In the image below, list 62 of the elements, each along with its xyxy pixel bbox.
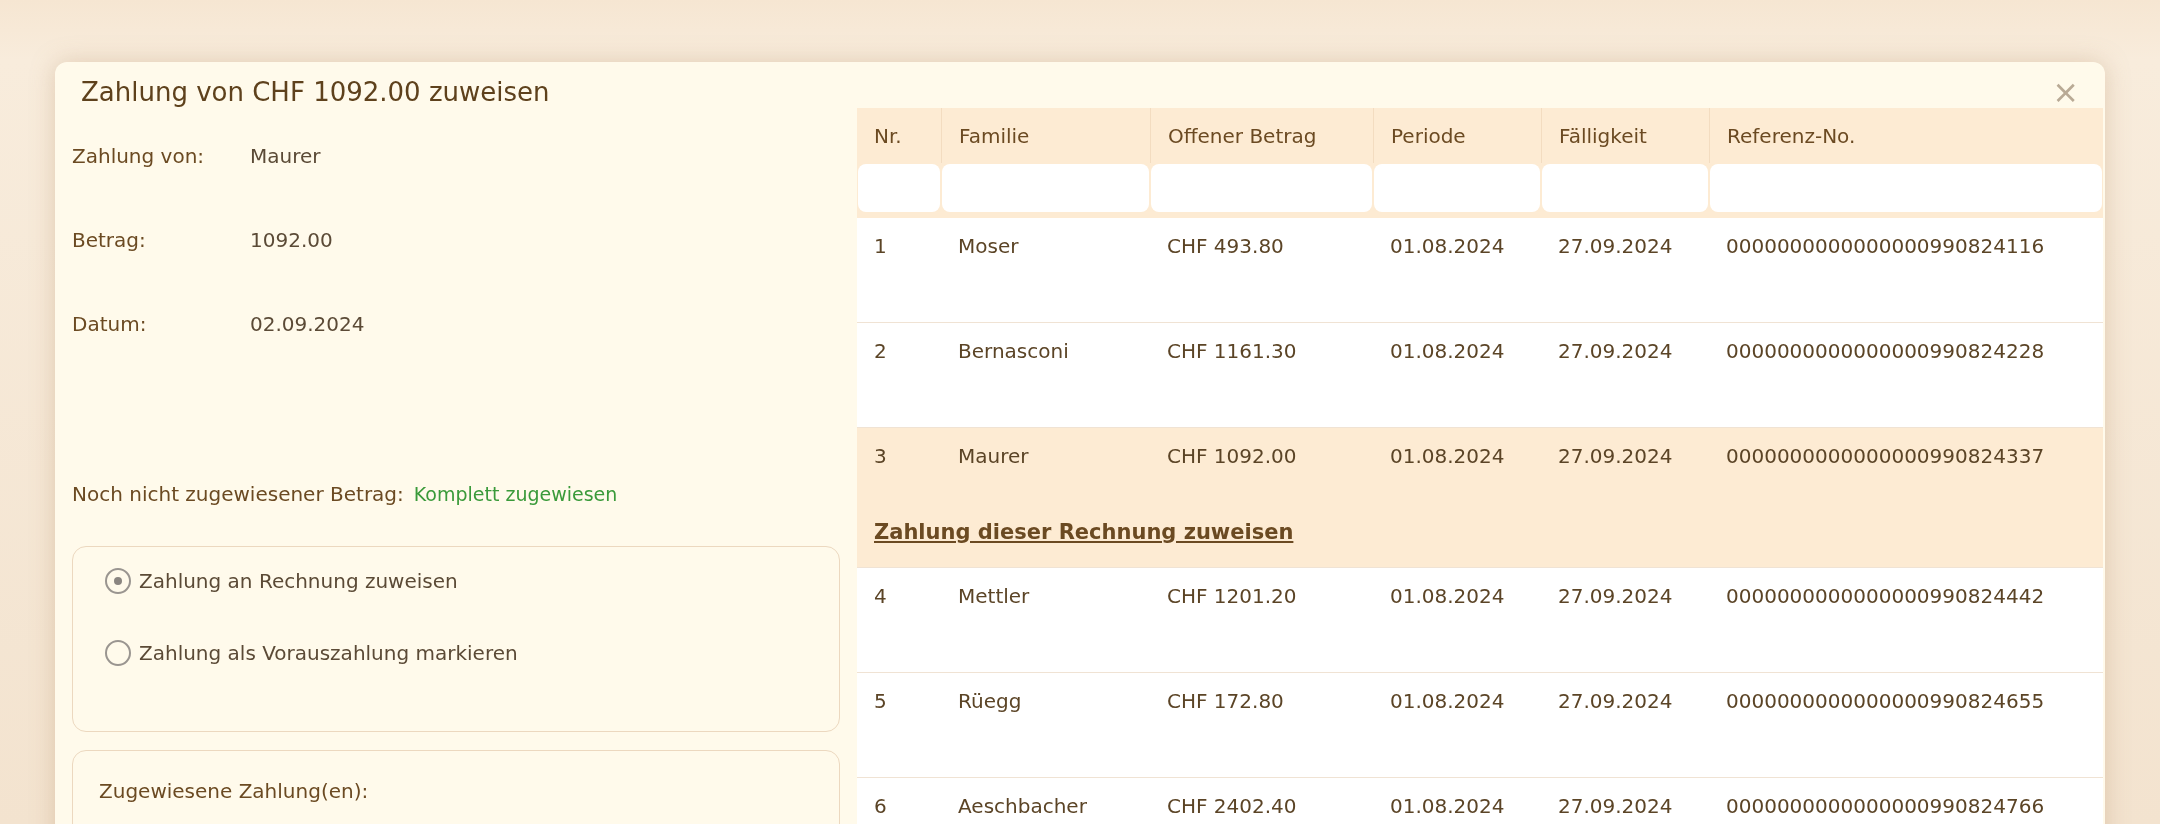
- table-cell-text: 27.09.2024: [1557, 584, 1674, 608]
- table-cell-text: CHF 172.80: [1166, 689, 1285, 713]
- table-cell-text: 1: [873, 234, 888, 258]
- table-cell-text: CHF 493.80: [1166, 234, 1285, 258]
- unassigned-label: Noch nicht zugewiesener Betrag:: [72, 482, 404, 506]
- table-cell-text: 01.08.2024: [1389, 689, 1506, 713]
- assign-link[interactable]: Zahlung dieser Rechnung zuweisen: [874, 520, 1294, 544]
- table-cell-text: 2: [873, 339, 888, 363]
- dialog-title: Zahlung von CHF 1092.00 zuweisen: [81, 77, 550, 107]
- table-cell-text: Bernasconi: [957, 339, 1070, 363]
- field-label: Betrag:: [72, 228, 147, 252]
- radio-option[interactable]: Zahlung an Rechnung zuweisen: [105, 563, 458, 599]
- table-row[interactable]: 2 Bernasconi CHF 1161.30 01.08.2024 27.09.2024 0000000000000000990824228: [857, 323, 2103, 428]
- table-cell-text: 6: [873, 794, 888, 818]
- filter-field[interactable]: [1710, 164, 2102, 212]
- filter-field[interactable]: [942, 164, 1149, 212]
- field-value: Maurer: [250, 144, 321, 168]
- table-cell-text: Aeschbacher: [957, 794, 1088, 818]
- unassigned-status: Komplett zugewiesen: [413, 483, 618, 505]
- table-cell-text: 0000000000000000990824655: [1725, 689, 2046, 713]
- table-row[interactable]: 3 Maurer CHF 1092.00 01.08.2024 27.09.2024 0000000000000000990824337 Zahlung dieser Rechnung zuweisen: [857, 428, 2103, 568]
- field-value: 02.09.2024: [250, 312, 365, 336]
- table-cell-text: 01.08.2024: [1389, 339, 1506, 363]
- table-cell-text: 27.09.2024: [1557, 689, 1674, 713]
- section-heading: Zugewiesene Zahlung(en):: [99, 779, 369, 803]
- field-label: Zahlung von:: [72, 144, 206, 168]
- field-value: 1092.00: [250, 228, 333, 252]
- radio-option[interactable]: Zahlung als Vorauszahlung markieren: [105, 635, 518, 671]
- filter-field[interactable]: [1542, 164, 1708, 212]
- table-cell-text: 0000000000000000990824116: [1725, 234, 2046, 258]
- table-cell-text: Maurer: [957, 444, 1030, 468]
- table-cell-text: 27.09.2024: [1557, 794, 1674, 818]
- table-cell-text: Rüegg: [957, 689, 1023, 713]
- table-cell-text: Moser: [957, 234, 1020, 258]
- table-cell-text: CHF 1201.20: [1166, 584, 1298, 608]
- table-row[interactable]: 1 Moser CHF 493.80 01.08.2024 27.09.2024 0000000000000000990824116: [857, 218, 2103, 323]
- field-label: Datum:: [72, 312, 148, 336]
- table-cell-text: 4: [873, 584, 888, 608]
- table-cell-text: CHF 2402.40: [1166, 794, 1298, 818]
- column-header[interactable]: Nr.: [857, 108, 941, 163]
- table-cell-text: 01.08.2024: [1389, 794, 1506, 818]
- table-cell-text: CHF 1092.00: [1166, 444, 1298, 468]
- table-cell-text: 01.08.2024: [1389, 584, 1506, 608]
- table-cell-text: 0000000000000000990824337: [1725, 444, 2046, 468]
- table-cell-text: 5: [873, 689, 888, 713]
- filter-field[interactable]: [858, 164, 940, 212]
- table-row[interactable]: 6 Aeschbacher CHF 2402.40 01.08.2024 27.09.2024 0000000000000000990824766: [857, 778, 2103, 824]
- table-cell-text: 3: [873, 444, 888, 468]
- table-row[interactable]: 4 Mettler CHF 1201.20 01.08.2024 27.09.2024 0000000000000000990824442: [857, 568, 2103, 673]
- filter-field[interactable]: [1374, 164, 1540, 212]
- table-cell-text: 01.08.2024: [1389, 444, 1506, 468]
- table-cell-text: 27.09.2024: [1557, 444, 1674, 468]
- table-cell-text: CHF 1161.30: [1166, 339, 1298, 363]
- table-cell-text: 27.09.2024: [1557, 339, 1674, 363]
- table-cell-text: 01.08.2024: [1389, 234, 1506, 258]
- table-cell-text: 27.09.2024: [1557, 234, 1674, 258]
- table-cell-text: 0000000000000000990824442: [1725, 584, 2046, 608]
- table-cell-text: 0000000000000000990824228: [1725, 339, 2046, 363]
- filter-field[interactable]: [1151, 164, 1372, 212]
- table-cell-text: 0000000000000000990824766: [1725, 794, 2046, 818]
- table-cell-text: Mettler: [957, 584, 1031, 608]
- table-row[interactable]: 5 Rüegg CHF 172.80 01.08.2024 27.09.2024 0000000000000000990824655: [857, 673, 2103, 778]
